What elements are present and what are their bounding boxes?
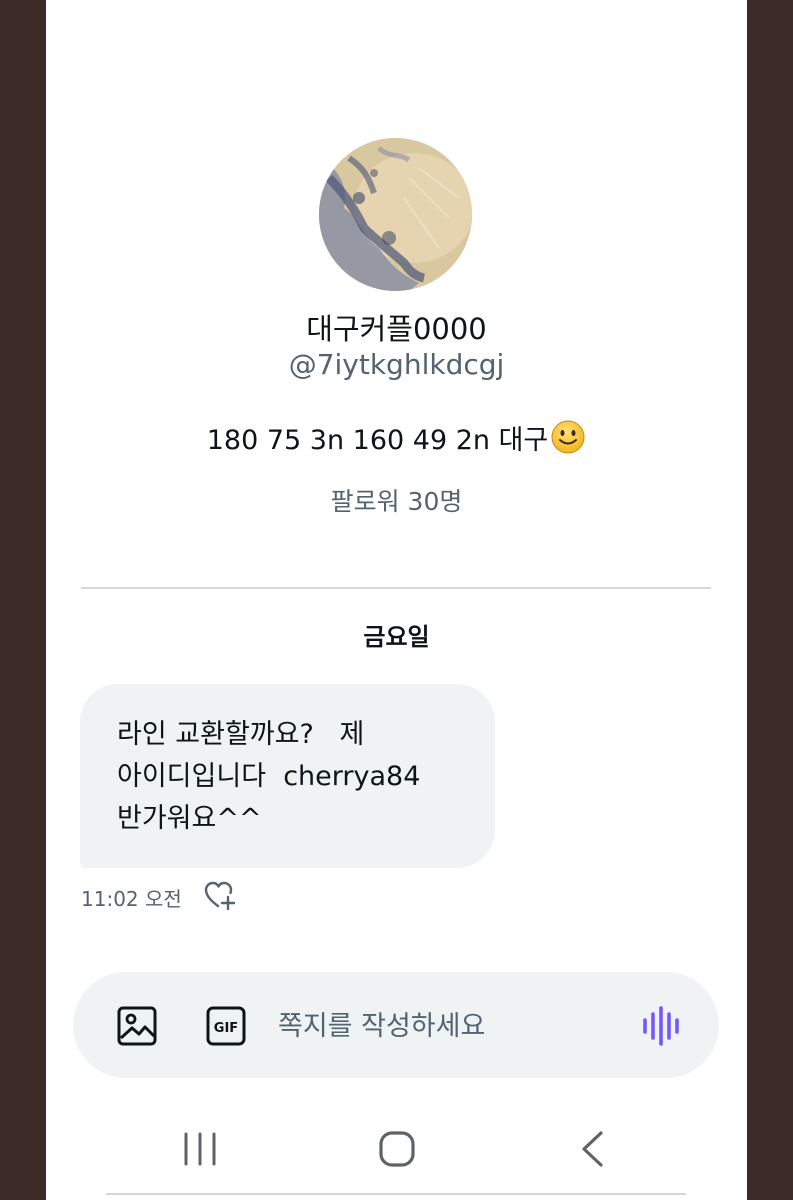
system-navigation-bar [46, 1100, 747, 1200]
display-name: 대구커플0000 [306, 312, 487, 346]
message-line: 아이디입니다 cherrya84 [117, 761, 421, 792]
home-icon[interactable] [378, 1130, 416, 1168]
message-bubble[interactable]: 라인 교환할까요? 제 아이디입니다 cherrya84 반가워요^^ [80, 684, 495, 868]
message-line: 라인 교환할까요? 제 [117, 719, 365, 750]
follower-count[interactable]: 팔로워 30명 [46, 482, 747, 518]
slightly-smiling-face-icon [550, 419, 586, 462]
day-separator: 금요일 [363, 623, 430, 651]
avatar-image [319, 138, 472, 291]
dm-screen: 대구커플0000 @7iytkghlkdcgj 180 75 3n 160 49… [46, 0, 747, 1200]
gesture-divider [106, 1193, 686, 1195]
recents-icon[interactable] [182, 1132, 218, 1166]
svg-text:GIF: GIF [214, 1021, 238, 1036]
heart-plus-icon[interactable] [203, 880, 237, 911]
voice-wave-icon[interactable] [641, 1006, 683, 1046]
image-icon[interactable] [117, 1006, 157, 1046]
message-timestamp: 11:02 오전 [81, 887, 182, 911]
gif-icon[interactable]: GIF [206, 1006, 246, 1046]
profile-bio: 180 75 3n 160 49 2n 대구 [46, 418, 747, 462]
message-line: 반가워요^^ [117, 803, 262, 834]
bio-text: 180 75 3n 160 49 2n 대구 [206, 425, 549, 456]
message-composer: GIF [73, 972, 719, 1078]
user-handle: @7iytkghlkdcgj [288, 348, 505, 381]
back-icon[interactable] [579, 1130, 605, 1168]
message-input[interactable] [278, 998, 618, 1054]
avatar[interactable] [319, 138, 472, 291]
divider [81, 587, 711, 589]
